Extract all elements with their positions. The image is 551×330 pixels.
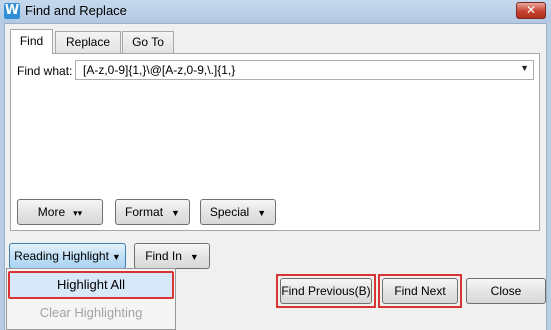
title-bar[interactable]: W Find and Replace ✕	[0, 0, 551, 23]
menu-item-highlight-all[interactable]: Highlight All	[8, 271, 174, 299]
special-button[interactable]: Special ▼	[200, 199, 276, 225]
special-label: Special	[209, 205, 250, 219]
window-title: Find and Replace	[25, 3, 127, 18]
more-button[interactable]: More ▾▾	[17, 199, 103, 225]
find-previous-label: Find Previous(B)	[281, 284, 371, 298]
chevron-down-icon: ▼	[171, 208, 180, 218]
close-label: Close	[490, 284, 522, 298]
more-label: More	[37, 205, 66, 219]
menu-item-label: Clear Highlighting	[39, 305, 143, 320]
find-next-button[interactable]: Find Next	[382, 278, 458, 304]
tab-replace[interactable]: Replace	[55, 31, 121, 53]
format-label: Format	[125, 205, 164, 219]
find-next-label: Find Next	[394, 284, 446, 298]
find-previous-button[interactable]: Find Previous(B)	[280, 278, 372, 304]
chevron-down-icon: ▼	[189, 252, 199, 262]
find-what-value: [A-z,0-9]{1,}\@[A-z,0-9,\.]{1,}	[83, 63, 236, 77]
chevron-down-icon: ▼	[111, 252, 121, 262]
tab-go-to[interactable]: Go To	[122, 31, 174, 53]
reading-highlight-menu: Highlight All Clear Highlighting	[6, 268, 176, 330]
tab-go-to-label: Go To	[132, 35, 164, 49]
chevron-down-icon: ▼	[257, 208, 267, 218]
find-in-button[interactable]: Find In ▼	[134, 243, 210, 269]
find-what-label: Find what:	[17, 64, 73, 78]
reading-highlight-button[interactable]: Reading Highlight ▼	[9, 243, 126, 269]
close-window-button[interactable]: ✕	[516, 2, 546, 19]
close-button[interactable]: Close	[466, 278, 546, 304]
app-icon: W	[4, 3, 20, 19]
find-replace-window: W Find and Replace ✕ Find Replace Go To …	[0, 0, 551, 330]
find-in-label: Find In	[145, 249, 182, 263]
chevron-down-icon[interactable]: ▼	[520, 63, 529, 73]
tab-find[interactable]: Find	[10, 29, 53, 54]
tab-replace-label: Replace	[65, 35, 111, 49]
menu-item-clear-highlighting: Clear Highlighting	[8, 299, 174, 327]
find-what-input[interactable]: [A-z,0-9]{1,}\@[A-z,0-9,\.]{1,} ▼	[75, 60, 534, 80]
double-chevron-down-icon: ▾▾	[73, 208, 83, 218]
format-button[interactable]: Format ▼	[115, 199, 190, 225]
close-icon: ✕	[525, 3, 537, 17]
reading-highlight-label: Reading Highlight	[14, 249, 109, 263]
menu-item-label: Highlight All	[57, 277, 125, 292]
tab-find-label: Find	[19, 34, 44, 48]
